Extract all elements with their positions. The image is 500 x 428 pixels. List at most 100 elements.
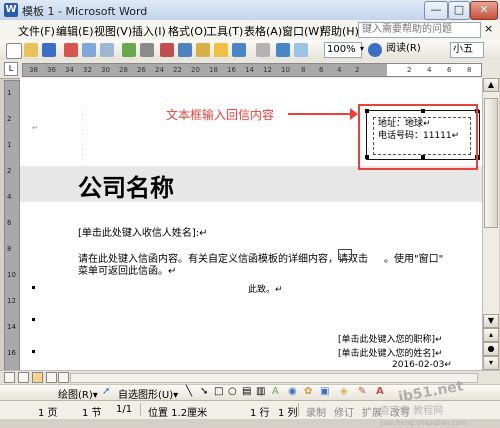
vertical-ruler[interactable]: 1 2 1 2 4 6 8 10 12 14 16	[4, 80, 20, 372]
ruler-tick: 6	[447, 66, 452, 74]
print-layout-view-icon[interactable]	[32, 372, 43, 383]
close-button[interactable]: ✕	[470, 1, 498, 20]
line-icon[interactable]: ╲	[186, 386, 192, 397]
sender-title-field[interactable]: [单击此处键入您的职称]↵	[338, 332, 443, 345]
company-name[interactable]: 公司名称	[78, 168, 174, 203]
reading-view-icon[interactable]	[58, 372, 69, 383]
status-page: 1 页	[38, 408, 58, 419]
select-objects-icon[interactable]: ➚	[102, 386, 110, 397]
rectangle-icon[interactable]: □	[214, 386, 223, 397]
menu-file[interactable]: 文件(F)	[18, 23, 55, 39]
status-section: 1 节	[82, 408, 102, 419]
menu-edit[interactable]: 编辑(E)	[56, 23, 94, 39]
scroll-up-icon[interactable]: ▲	[483, 78, 499, 92]
status-rec[interactable]: 录制	[306, 404, 326, 419]
horizontal-ruler[interactable]: 38 36 34 32 30 28 26 24 22 20 18 16 14 1…	[22, 63, 482, 77]
ruler-tick: 16	[227, 66, 236, 74]
date-field[interactable]: 2016-02-03↵	[392, 360, 452, 370]
format-painter-icon[interactable]	[214, 43, 228, 57]
diagram-icon[interactable]: ◉	[288, 386, 297, 397]
title-bar: W 模板 1 - Microsoft Word — □ ✕	[0, 0, 500, 21]
font-size-select[interactable]: 小五	[450, 42, 484, 58]
print-preview-icon[interactable]	[100, 43, 114, 57]
view-buttons-row	[0, 370, 500, 385]
zoom-select[interactable]: 100%	[324, 42, 362, 58]
menu-help[interactable]: 帮助(H)	[320, 23, 359, 39]
recipient-field[interactable]: [单击此处键入收信人姓名]:↵	[78, 224, 208, 239]
permission-icon[interactable]	[64, 43, 78, 57]
hyperlink-icon[interactable]	[276, 43, 290, 57]
select-browse-object-icon[interactable]: ●	[483, 342, 499, 356]
watermark-url: jiaocheng.chazidian.com	[380, 419, 467, 427]
new-document-icon[interactable]	[6, 43, 22, 59]
closing-text[interactable]: 此致。↵	[248, 282, 283, 295]
scrollbar-thumb[interactable]	[484, 98, 498, 228]
autoshapes-menu[interactable]: 自选图形(U)▾	[118, 386, 178, 401]
body-text-line2[interactable]: 菜单可返回此信函。↵	[78, 262, 176, 277]
open-folder-icon[interactable]	[24, 43, 38, 57]
ruler-tick: 20	[191, 66, 200, 74]
status-ext[interactable]: 扩展	[362, 404, 382, 419]
zoom-dropdown-icon[interactable]: ▾	[360, 42, 368, 56]
web-layout-view-icon[interactable]	[18, 372, 29, 383]
vertical-scrollbar[interactable]: ▲ ▼ ▴ ● ▾	[482, 78, 499, 370]
cut-icon[interactable]	[160, 43, 174, 57]
font-color-icon[interactable]: A	[376, 386, 384, 397]
ruler-tick: 12	[263, 66, 272, 74]
undo-icon[interactable]	[232, 43, 246, 57]
previous-page-icon[interactable]: ▴	[483, 328, 499, 342]
redo-icon[interactable]	[256, 43, 270, 57]
bullet-marker	[32, 350, 35, 353]
clipart-icon[interactable]: ✿	[304, 386, 312, 397]
menu-table[interactable]: 表格(A)	[244, 23, 282, 39]
minimize-button[interactable]: —	[424, 1, 448, 20]
help-search-input[interactable]: 键入需要帮助的问题	[358, 22, 481, 38]
reading-layout-button[interactable]: 阅读(R)	[386, 42, 442, 56]
outline-view-icon[interactable]	[46, 372, 57, 383]
ruler-tick: 30	[101, 66, 110, 74]
print-icon[interactable]	[82, 43, 96, 57]
oval-icon[interactable]: ○	[228, 386, 237, 397]
line-color-icon[interactable]: ✎	[358, 386, 366, 397]
vruler-tick: 8	[7, 245, 12, 253]
paste-icon[interactable]	[196, 43, 210, 57]
draw-menu[interactable]: 绘图(R)▾	[58, 386, 98, 401]
vruler-tick: 4	[7, 193, 12, 201]
help-icon[interactable]	[368, 43, 382, 57]
normal-view-icon[interactable]	[4, 372, 15, 383]
ruler-tick: 4	[427, 66, 432, 74]
status-trk[interactable]: 修订	[334, 404, 354, 419]
arrow-icon[interactable]: ➘	[200, 386, 208, 397]
menu-insert[interactable]: 插入(I)	[132, 23, 166, 39]
save-icon[interactable]	[42, 43, 56, 57]
wordart-icon[interactable]: A	[272, 386, 279, 397]
close-document-icon[interactable]: ×	[484, 22, 493, 35]
tab-selector-icon[interactable]: L	[4, 62, 18, 76]
spelling-icon[interactable]	[122, 43, 136, 57]
vertical-text-box-icon[interactable]: ▥	[256, 386, 265, 397]
envelope-icon	[338, 249, 352, 260]
scroll-down-icon[interactable]: ▼	[483, 314, 499, 328]
research-icon[interactable]	[140, 43, 154, 57]
vruler-tick: 1	[7, 89, 12, 97]
menu-window[interactable]: 窗口(W)	[282, 23, 323, 39]
fill-color-icon[interactable]: ◈	[340, 386, 348, 397]
horizontal-scrollbar[interactable]	[70, 373, 478, 383]
ruler-tick: 36	[47, 66, 56, 74]
sender-name-field[interactable]: [单击此处键入您的姓名]↵	[338, 346, 443, 359]
copy-icon[interactable]	[178, 43, 192, 57]
bullet-marker	[32, 318, 35, 321]
tables-borders-icon[interactable]	[294, 43, 308, 57]
maximize-button[interactable]: □	[448, 1, 470, 20]
paragraph-mark-icon: ↵	[32, 124, 38, 132]
insert-picture-icon[interactable]: ▣	[320, 386, 329, 397]
menu-format[interactable]: 格式(O)	[168, 23, 207, 39]
text-box-icon[interactable]: ▤	[242, 386, 251, 397]
menu-tools[interactable]: 工具(T)	[206, 23, 243, 39]
ruler-tick: 8	[301, 66, 306, 74]
menu-view[interactable]: 视图(V)	[94, 23, 132, 39]
status-position: 位置 1.2厘米	[148, 408, 208, 419]
word-app-icon[interactable]: W	[4, 3, 18, 17]
next-page-icon[interactable]: ▾	[483, 356, 499, 370]
status-separator	[140, 403, 141, 416]
